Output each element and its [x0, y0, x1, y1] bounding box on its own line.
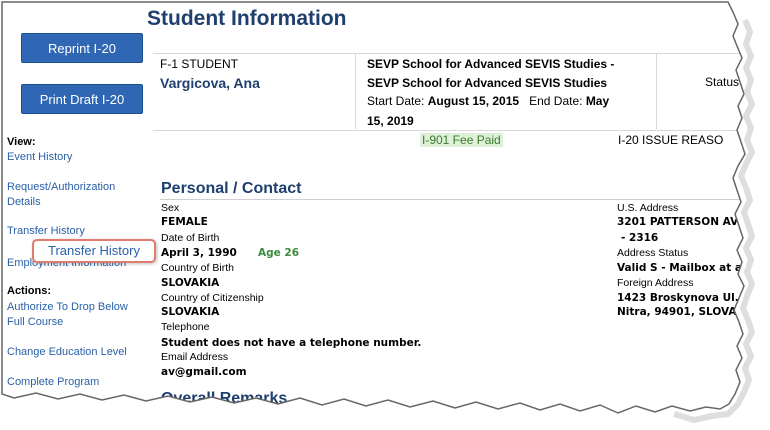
end-date-value-cont: 15, 2019: [367, 114, 414, 128]
citizenship-value: SLOVAKIA: [161, 306, 220, 318]
reprint-i20-button[interactable]: Reprint I-20: [21, 33, 143, 63]
dob-value: April 3, 1990: [161, 247, 237, 259]
us-address-line2: - 2316: [621, 232, 659, 244]
event-history-link[interactable]: Event History: [7, 150, 72, 165]
email-label: Email Address: [161, 351, 229, 363]
info-divider-2: [656, 53, 657, 129]
actions-heading: Actions:: [7, 285, 51, 297]
page-title: Student Information: [147, 7, 347, 30]
citizenship-label: Country of Citizenship: [161, 292, 264, 304]
overall-remarks-heading: Overall Remarks: [161, 390, 288, 407]
view-heading: View:: [7, 136, 36, 148]
change-education-level-link[interactable]: Change Education Level: [7, 345, 127, 360]
sex-value: FEMALE: [161, 216, 208, 228]
us-address-label: U.S. Address: [617, 202, 679, 214]
print-draft-i20-button[interactable]: Print Draft I-20: [21, 84, 143, 114]
foreign-address-label: Foreign Address: [617, 277, 694, 289]
personal-contact-heading: Personal / Contact: [161, 180, 302, 197]
complete-program-link[interactable]: Complete Program: [7, 375, 99, 390]
address-status-label: Address Status: [617, 247, 689, 259]
foreign-address-line1: 1423 Broskynova Ul.: [617, 292, 739, 304]
school-name-line2: SEVP School for Advanced SEVIS Studies: [367, 76, 608, 90]
info-divider-1: [355, 53, 356, 129]
school-name-line1: SEVP School for Advanced SEVIS Studies -: [367, 57, 615, 71]
end-date-value: May: [585, 94, 610, 108]
program-dates: Start Date: August 15, 2015 End Date: Ma…: [367, 94, 609, 108]
foreign-address-line2: Nitra, 94901, SLOVA: [617, 306, 737, 318]
telephone-value: Student does not have a telephone number…: [161, 337, 422, 349]
dob-label: Date of Birth: [161, 232, 220, 244]
birth-country-value: SLOVAKIA: [161, 277, 220, 289]
student-name: Vargicova, Ana: [160, 75, 260, 91]
status-label: Status C: [705, 75, 752, 89]
transfer-history-callout: Transfer History: [32, 239, 156, 263]
sex-label: Sex: [161, 202, 180, 214]
birth-country-label: Country of Birth: [161, 262, 234, 274]
start-date-label: Start Date:: [367, 94, 425, 108]
age-value: Age 26: [258, 247, 300, 259]
request-authorization-details-link[interactable]: Request/Authorization Details: [7, 180, 137, 210]
start-date-value: August 15, 2015: [427, 94, 520, 108]
us-address-line1: 3201 PATTERSON AVE,: [617, 216, 750, 228]
i901-fee-paid-badge: I-901 Fee Paid: [420, 133, 503, 147]
email-value: av@gmail.com: [161, 366, 247, 378]
transfer-history-link[interactable]: Transfer History: [7, 224, 85, 239]
i20-issue-reason-label: I-20 ISSUE REASO: [618, 133, 724, 147]
student-type: F-1 STUDENT: [160, 57, 238, 71]
telephone-label: Telephone: [161, 321, 210, 333]
end-date-label: End Date:: [529, 94, 583, 108]
authorize-drop-below-full-course-link[interactable]: Authorize To Drop Below Full Course: [7, 300, 142, 330]
address-status-value: Valid S - Mailbox at a st: [617, 262, 757, 274]
section-divider: [160, 199, 760, 200]
